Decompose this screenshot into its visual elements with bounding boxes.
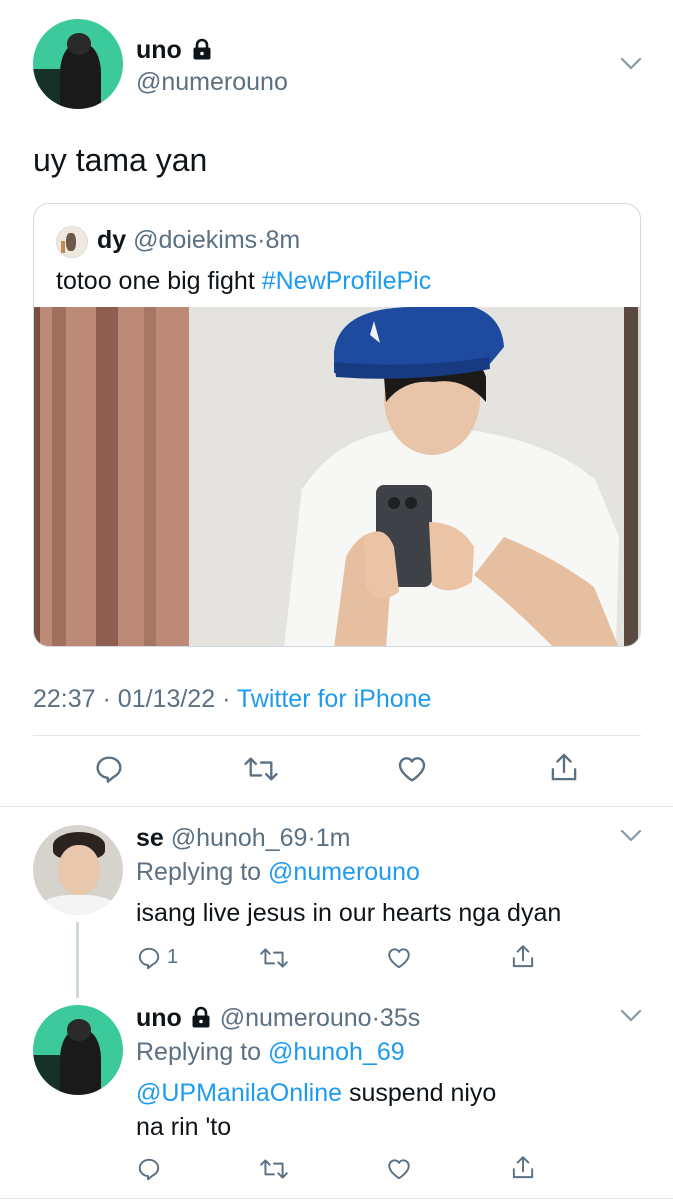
reply-icon[interactable] bbox=[136, 945, 162, 971]
chevron-down-icon[interactable] bbox=[620, 57, 642, 71]
quoted-author-avatar bbox=[56, 226, 88, 258]
reply-time: 1m bbox=[315, 824, 351, 852]
share-icon[interactable] bbox=[548, 751, 580, 785]
reply-author-name[interactable]: se bbox=[136, 824, 164, 852]
replying-to-link[interactable]: @hunoh_69 bbox=[268, 1038, 405, 1066]
retweet-icon[interactable] bbox=[259, 945, 289, 971]
reply-author-avatar[interactable] bbox=[33, 825, 123, 915]
share-icon[interactable] bbox=[510, 943, 536, 971]
retweet-icon[interactable] bbox=[259, 1156, 289, 1182]
reply-author-handle[interactable]: @numerouno bbox=[220, 1004, 372, 1032]
reply-header[interactable]: se @hunoh_69·1m bbox=[136, 824, 350, 853]
reply-author-name[interactable]: uno bbox=[136, 1004, 182, 1032]
share-icon[interactable] bbox=[510, 1154, 536, 1182]
replying-to-line: Replying to @hunoh_69 bbox=[136, 1038, 405, 1067]
quoted-author-name: dy bbox=[97, 226, 127, 254]
quoted-hashtag-link[interactable]: #NewProfilePic bbox=[262, 267, 432, 295]
replying-to-link[interactable]: @numerouno bbox=[268, 858, 420, 886]
reply-author-avatar[interactable] bbox=[33, 1005, 123, 1095]
quoted-sep: · bbox=[257, 226, 266, 254]
reply-author-handle[interactable]: @hunoh_69 bbox=[171, 824, 308, 852]
tweet-time: 22:37 bbox=[33, 685, 96, 713]
like-icon[interactable] bbox=[386, 1156, 412, 1182]
reply-sep: · bbox=[371, 1004, 380, 1032]
reply-icon[interactable] bbox=[93, 753, 125, 785]
main-author-handle[interactable]: @numerouno bbox=[136, 68, 288, 97]
meta-sep-2: · bbox=[222, 685, 231, 713]
reply-text: isang live jesus in our hearts nga dyan bbox=[136, 899, 562, 927]
lock-icon bbox=[193, 38, 211, 60]
meta-sep-1: · bbox=[102, 685, 111, 713]
reply-icon[interactable] bbox=[136, 1156, 162, 1182]
lock-icon bbox=[192, 1006, 210, 1028]
thread-connector-line bbox=[76, 922, 79, 998]
quoted-author-handle: @doiekims bbox=[133, 226, 258, 254]
replying-label: Replying to bbox=[136, 858, 269, 886]
quoted-header: dy @doiekims·8m bbox=[97, 226, 300, 255]
reply-text-rest: suspend niyo bbox=[342, 1079, 497, 1107]
like-icon[interactable] bbox=[396, 753, 428, 785]
reply-text-line-1: @UPManilaOnline suspend niyo bbox=[136, 1079, 496, 1108]
main-tweet-text: uy tama yan bbox=[33, 142, 208, 178]
replying-label: Replying to bbox=[136, 1038, 269, 1066]
tweet-date: 01/13/22 bbox=[117, 685, 216, 713]
quoted-tweet-card[interactable]: dy @doiekims·8m totoo one big fight #New… bbox=[33, 203, 641, 647]
divider bbox=[0, 1198, 673, 1199]
reply-sep: · bbox=[307, 824, 316, 852]
retweet-icon[interactable] bbox=[243, 753, 279, 785]
mirror-selfie-image bbox=[34, 307, 640, 646]
reply-count: 1 bbox=[167, 946, 179, 968]
chevron-down-icon[interactable] bbox=[620, 1009, 642, 1023]
tweet-meta: 22:37 · 01/13/22 · Twitter for iPhone bbox=[33, 685, 431, 714]
quoted-tweet-photo[interactable] bbox=[34, 307, 640, 646]
main-author-name[interactable]: uno bbox=[136, 36, 182, 64]
chevron-down-icon[interactable] bbox=[620, 829, 642, 843]
main-author-avatar[interactable] bbox=[33, 19, 123, 109]
divider bbox=[0, 806, 673, 807]
tweet-source-link[interactable]: Twitter for iPhone bbox=[237, 685, 432, 713]
reply-time: 35s bbox=[379, 1004, 421, 1032]
reply-text-line-2: na rin 'to bbox=[136, 1113, 232, 1141]
quoted-tweet-text: totoo one big fight #NewProfilePic bbox=[56, 267, 431, 296]
replying-to-line: Replying to @numerouno bbox=[136, 858, 420, 887]
quoted-text: totoo one big fight bbox=[56, 267, 262, 295]
reply-header[interactable]: uno @numerouno·35s bbox=[136, 1004, 420, 1033]
divider bbox=[33, 735, 641, 736]
main-author-name-row[interactable]: uno bbox=[136, 36, 212, 65]
mention-link[interactable]: @UPManilaOnline bbox=[136, 1079, 342, 1107]
quoted-time: 8m bbox=[265, 226, 301, 254]
like-icon[interactable] bbox=[386, 945, 412, 971]
